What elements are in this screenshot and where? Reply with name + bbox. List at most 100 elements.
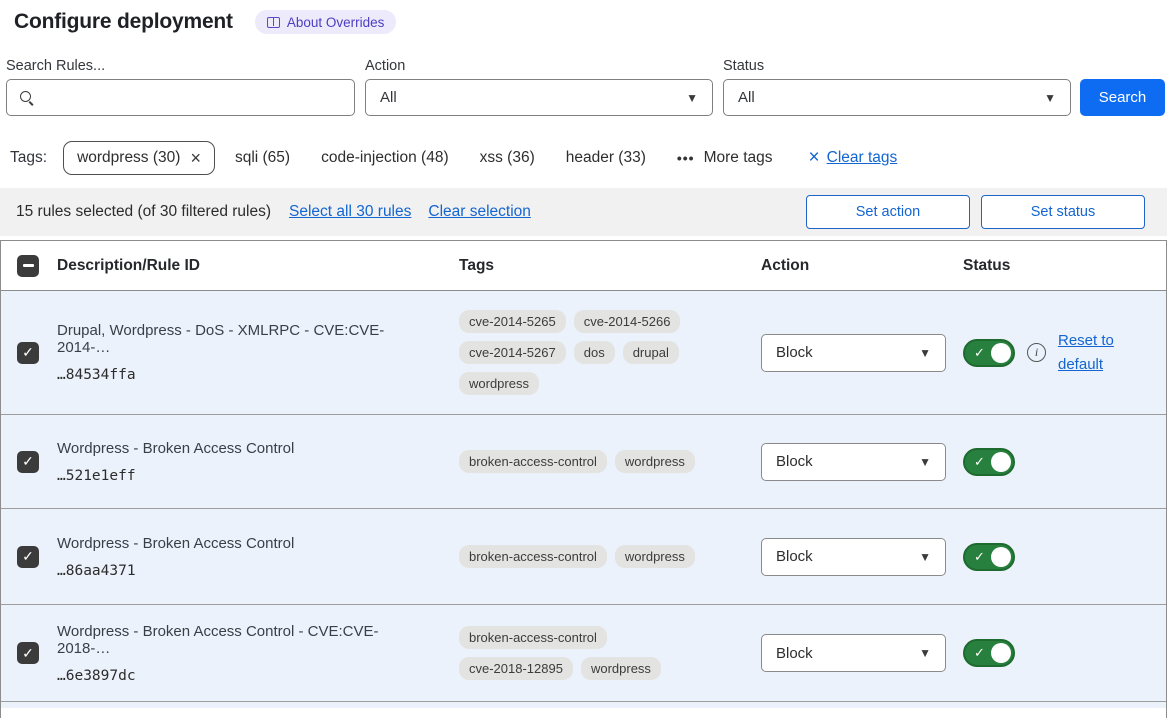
tag-xss[interactable]: xss (36) [480, 149, 535, 167]
column-header-description: Description/Rule ID [45, 257, 443, 275]
tag-pill: drupal [623, 341, 679, 364]
check-icon: ✓ [974, 345, 985, 361]
search-rules-inputbox [6, 79, 355, 116]
tag-pill: cve-2018-12895 [459, 657, 573, 680]
table-row: ✓ Wordpress - Broken Access Control - CV… [1, 605, 1166, 702]
check-icon: ✓ [974, 645, 985, 661]
status-toggle[interactable]: ✓ [963, 639, 1015, 667]
tag-pill: broken-access-control [459, 450, 607, 473]
table-row: ✓ Drupal, Wordpress - DoS - XMLRPC - CVE… [1, 291, 1166, 415]
rule-description: Drupal, Wordpress - DoS - XMLRPC - CVE:C… [57, 322, 425, 356]
rule-tags: broken-access-control wordpress [459, 545, 711, 568]
more-tags-label: More tags [704, 149, 773, 167]
rule-tags: cve-2014-5265 cve-2014-5266 cve-2014-5267 d… [459, 310, 711, 395]
select-all-link[interactable]: Select all 30 rules [289, 203, 411, 221]
chevron-down-icon: ▼ [919, 646, 931, 660]
rule-description: Wordpress - Broken Access Control [57, 440, 425, 457]
action-filter-label: Action [365, 58, 713, 74]
status-filter-label: Status [723, 58, 1071, 74]
rule-tags: broken-access-control cve-2018-12895 wordp… [459, 626, 711, 680]
page-title: Configure deployment [14, 10, 233, 34]
row-checkbox[interactable]: ✓ [17, 342, 39, 364]
check-icon: ✓ [974, 549, 985, 565]
action-filter-select[interactable]: All ▼ [365, 79, 713, 116]
tag-pill: cve-2014-5265 [459, 310, 566, 333]
book-icon [267, 17, 280, 28]
action-select-value: Block [776, 344, 813, 361]
selection-summary: 15 rules selected (of 30 filtered rules) [16, 203, 271, 221]
tag-pill: dos [574, 341, 615, 364]
tag-pill: wordpress [615, 450, 695, 473]
tag-pill: broken-access-control [459, 545, 607, 568]
check-icon: ✓ [974, 454, 985, 470]
tags-bar: Tags: wordpress (30) × sqli (65) code-in… [10, 139, 1160, 176]
status-filter-value: All [738, 89, 755, 106]
clear-selection-link[interactable]: Clear selection [428, 203, 531, 221]
action-select-value: Block [776, 645, 813, 662]
tag-code-injection[interactable]: code-injection (48) [321, 149, 449, 167]
column-header-tags: Tags [443, 257, 745, 275]
rule-description: Wordpress - Broken Access Control - CVE:… [57, 623, 425, 657]
clear-tags-label: Clear tags [827, 149, 898, 167]
filters-row: Search Rules... Action All ▼ Status All … [6, 58, 1165, 118]
status-toggle[interactable]: ✓ [963, 543, 1015, 571]
remove-tag-icon[interactable]: × [190, 149, 201, 167]
clear-tags-button[interactable]: × Clear tags [809, 148, 898, 167]
toggle-knob [991, 643, 1011, 663]
chevron-down-icon: ▼ [919, 455, 931, 469]
page-header: Configure deployment About Overrides [14, 10, 396, 34]
table-header: Description/Rule ID Tags Action Status [1, 241, 1166, 291]
action-select[interactable]: Block ▼ [761, 334, 946, 372]
select-all-checkbox[interactable] [17, 255, 39, 277]
search-button[interactable]: Search [1080, 79, 1165, 116]
chevron-down-icon: ▼ [919, 346, 931, 360]
tag-pill: broken-access-control [459, 626, 607, 649]
action-select[interactable]: Block ▼ [761, 443, 946, 481]
rule-tags: broken-access-control wordpress [459, 450, 711, 473]
chevron-down-icon: ▼ [919, 550, 931, 564]
rule-description: Wordpress - Broken Access Control [57, 535, 425, 552]
set-status-button[interactable]: Set status [981, 195, 1145, 229]
tag-header[interactable]: header (33) [566, 149, 646, 167]
tag-pill: cve-2014-5266 [574, 310, 681, 333]
chevron-down-icon: ▼ [686, 91, 698, 105]
row-checkbox[interactable]: ✓ [17, 451, 39, 473]
rule-id: …6e3897dc [57, 668, 425, 684]
clear-icon: × [809, 148, 820, 167]
toggle-knob [991, 547, 1011, 567]
tag-sqli[interactable]: sqli (65) [235, 149, 290, 167]
info-icon[interactable]: i [1027, 343, 1046, 362]
tag-pill: wordpress [581, 657, 661, 680]
set-action-button[interactable]: Set action [806, 195, 970, 229]
search-icon [19, 90, 35, 106]
ellipsis-icon: ••• [677, 150, 695, 166]
action-select[interactable]: Block ▼ [761, 634, 946, 672]
tag-pill: cve-2014-5267 [459, 341, 566, 364]
status-toggle[interactable]: ✓ [963, 339, 1015, 367]
rule-id: …86aa4371 [57, 563, 425, 579]
status-toggle[interactable]: ✓ [963, 448, 1015, 476]
toggle-knob [991, 452, 1011, 472]
toggle-knob [991, 343, 1011, 363]
status-filter-select[interactable]: All ▼ [723, 79, 1071, 116]
row-checkbox[interactable]: ✓ [17, 546, 39, 568]
action-select[interactable]: Block ▼ [761, 538, 946, 576]
tag-pill: wordpress [459, 372, 539, 395]
search-rules-input[interactable] [45, 80, 354, 115]
chevron-down-icon: ▼ [1044, 91, 1056, 105]
selection-bar: 15 rules selected (of 30 filtered rules)… [0, 188, 1167, 236]
table-row: ✓ Wordpress - Broken Access Control …86a… [1, 509, 1166, 605]
action-select-value: Block [776, 548, 813, 565]
row-checkbox[interactable]: ✓ [17, 642, 39, 664]
indeterminate-icon [23, 264, 34, 267]
more-tags-button[interactable]: ••• More tags [677, 149, 773, 167]
tags-label: Tags: [10, 149, 47, 167]
tag-pill: wordpress [615, 545, 695, 568]
table-row: ✓ Wordpress - Broken Access Control …521… [1, 415, 1166, 509]
reset-to-default-link[interactable]: Reset to default [1058, 329, 1124, 376]
search-rules-label: Search Rules... [6, 58, 355, 74]
rule-id: …521e1eff [57, 468, 425, 484]
selected-tag-label: wordpress (30) [77, 149, 180, 167]
about-overrides-badge[interactable]: About Overrides [255, 10, 397, 34]
selected-tag-wordpress[interactable]: wordpress (30) × [63, 141, 215, 175]
